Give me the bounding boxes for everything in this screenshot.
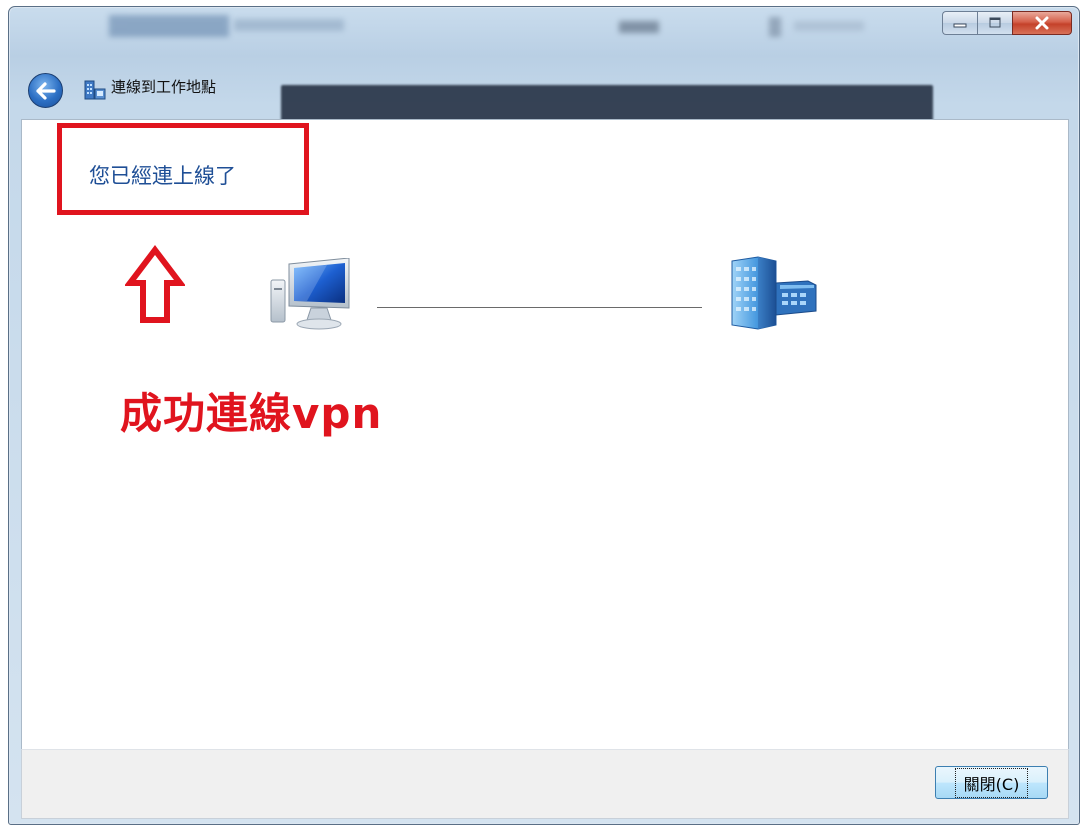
titlebar-background-blur — [794, 21, 864, 31]
minimize-button[interactable] — [942, 11, 977, 35]
close-button-label: 關閉(C) — [954, 767, 1029, 798]
titlebar-background-blur — [619, 21, 659, 33]
workplace-connection-icon — [84, 80, 106, 100]
workplace-building-icon — [731, 256, 817, 330]
close-window-button[interactable] — [1012, 11, 1072, 35]
caption-buttons — [942, 11, 1072, 35]
minimize-icon — [953, 23, 967, 28]
titlebar-background-blur — [234, 19, 344, 31]
close-icon — [1035, 16, 1049, 30]
dialog-window: 連線到工作地點 您已經連上線了 成功連線vpn 關閉(C) — [8, 6, 1080, 825]
back-arrow-icon — [35, 81, 56, 100]
navigation-bar: 連線到工作地點 — [9, 59, 1079, 125]
titlebar-background-blur — [109, 15, 229, 37]
connection-line — [377, 307, 702, 308]
close-button[interactable]: 關閉(C) — [935, 766, 1048, 799]
content-pane: 您已經連上線了 成功連線vpn — [21, 119, 1069, 750]
titlebar-background-blur — [769, 17, 781, 37]
up-arrow-icon — [125, 245, 185, 323]
dialog-footer: 關閉(C) — [21, 749, 1069, 819]
maximize-icon — [989, 17, 1001, 28]
annotation-text: 成功連線vpn — [120, 389, 383, 438]
back-button[interactable] — [28, 73, 63, 108]
maximize-button[interactable] — [977, 11, 1012, 35]
nav-title: 連線到工作地點 — [111, 78, 217, 96]
computer-icon — [270, 258, 350, 330]
connection-status-text: 您已經連上線了 — [89, 164, 236, 188]
